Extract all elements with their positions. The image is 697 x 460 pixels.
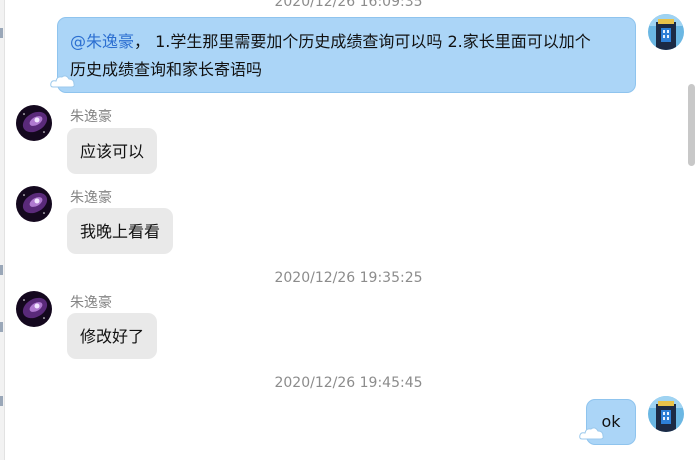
building-avatar-icon (648, 396, 684, 432)
self-avatar[interactable] (648, 14, 684, 50)
message-line: @朱逸豪， 1.学生那里需要加个历史成绩查询可以吗 2.家长里面可以加个 (70, 28, 623, 56)
received-message-bubble[interactable]: 我晚上看看 (67, 208, 174, 254)
cloud-icon (50, 75, 75, 88)
mention-link[interactable]: @朱逸豪 (70, 32, 134, 51)
received-message-bubble[interactable]: 修改好了 (67, 313, 158, 359)
received-message-bubble[interactable]: 应该可以 (67, 128, 158, 174)
message-timestamp: 2020/12/26 19:35:25 (274, 270, 423, 286)
sender-name: 朱逸豪 (70, 295, 112, 311)
self-avatar[interactable] (648, 396, 684, 432)
galaxy-avatar-icon (16, 291, 52, 327)
sender-avatar[interactable] (16, 186, 52, 222)
galaxy-avatar-icon (16, 105, 52, 141)
cloud-icon (579, 427, 604, 440)
sent-message-bubble[interactable]: @朱逸豪， 1.学生那里需要加个历史成绩查询可以吗 2.家长里面可以加个 历史成… (57, 17, 636, 93)
galaxy-avatar-icon (16, 186, 52, 222)
message-text: ， 1.学生那里需要加个历史成绩查询可以吗 2.家长里面可以加个 (134, 32, 591, 51)
message-timestamp: 2020/12/26 19:45:45 (274, 375, 423, 391)
panel-edge-mark (0, 28, 3, 38)
panel-edge-mark (0, 322, 3, 332)
sender-avatar[interactable] (16, 291, 52, 327)
building-avatar-icon (648, 14, 684, 50)
scrollbar-thumb[interactable] (688, 84, 695, 166)
chat-scrollbar[interactable] (685, 0, 697, 460)
sender-avatar[interactable] (16, 105, 52, 141)
message-text: 历史成绩查询和家长寄语吗 (70, 60, 263, 79)
message-timestamp: 2020/12/26 16:09:35 (274, 0, 423, 10)
sender-name: 朱逸豪 (70, 190, 112, 206)
sender-name: 朱逸豪 (70, 109, 112, 125)
panel-edge-mark (0, 396, 3, 406)
